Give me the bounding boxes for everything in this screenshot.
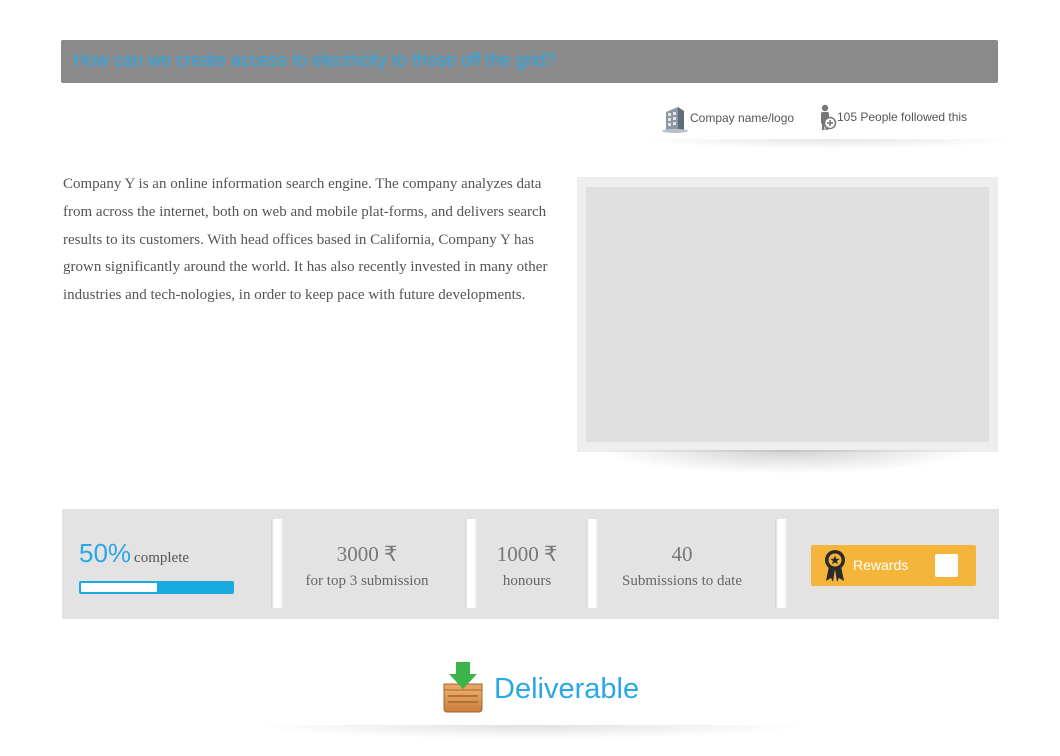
prize-value: 3000 ₹ <box>336 542 398 566</box>
progress-summary: 50% complete <box>79 538 189 569</box>
stats-divider <box>586 519 598 608</box>
deliverable-heading: Deliverable <box>494 673 640 705</box>
stats-divider <box>271 519 283 608</box>
stats-bar: 50% complete 3000 ₹ for top 3 submission … <box>62 509 999 619</box>
question-title: How can we create access to electricity … <box>73 50 556 70</box>
followers-count-label: 105 People followed this <box>837 110 968 124</box>
stats-divider <box>775 519 787 608</box>
media-placeholder[interactable] <box>577 177 998 452</box>
prize-label: for top 3 submission <box>305 573 429 589</box>
progress-bar <box>79 581 234 594</box>
honours-label: honours <box>502 573 552 589</box>
stats-divider <box>465 519 477 608</box>
award-ribbon-icon <box>824 549 846 588</box>
honours-value: 1000 ₹ <box>496 542 558 566</box>
progress-label: complete <box>134 550 190 566</box>
deliverable-shadow <box>250 725 810 739</box>
person-add-icon <box>818 104 838 135</box>
progress-percent: 50% <box>79 538 132 568</box>
rewards-label: Rewards <box>853 557 909 573</box>
media-shadow <box>597 450 977 474</box>
submissions-value: 40 <box>671 542 693 566</box>
company-description: Company Y is an online information searc… <box>63 176 548 304</box>
progress-bar-fill <box>81 583 157 592</box>
company-name-label: Compay name/logo <box>690 111 795 125</box>
building-icon <box>660 104 690 137</box>
question-header: How can we create access to electricity … <box>61 40 998 83</box>
download-box-icon <box>442 662 484 719</box>
submissions-stat: 40 Submissions to date <box>602 543 762 590</box>
honours-stat: 1000 ₹ honours <box>479 543 575 590</box>
rewards-button[interactable]: Rewards <box>811 545 976 586</box>
rewards-checkbox[interactable] <box>935 554 958 577</box>
submissions-label: Submissions to date <box>621 573 742 589</box>
meta-divider-shadow <box>640 139 1020 149</box>
media-placeholder-inner <box>586 187 989 442</box>
prize-stat: 3000 ₹ for top 3 submission <box>287 543 447 590</box>
